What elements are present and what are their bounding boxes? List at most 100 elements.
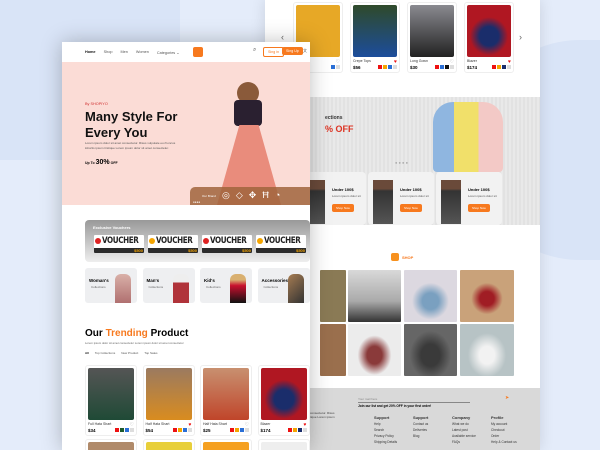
color-swatch[interactable] bbox=[245, 428, 249, 432]
brand-logos[interactable]: ◎◇✥Ħ◔ bbox=[222, 190, 286, 201]
color-swatch[interactable] bbox=[120, 428, 124, 432]
shop-image[interactable] bbox=[404, 270, 457, 322]
color-swatch[interactable] bbox=[383, 65, 387, 69]
product-price: $174 bbox=[467, 65, 478, 70]
product-card[interactable]: Half Hata Shart ♥ $54 bbox=[142, 365, 195, 436]
color-swatch[interactable] bbox=[235, 428, 239, 432]
color-swatch[interactable] bbox=[240, 428, 244, 432]
color-swatch[interactable] bbox=[492, 65, 496, 69]
chevron-down-icon: ⌄ bbox=[176, 50, 180, 55]
color-swatch[interactable] bbox=[435, 65, 439, 69]
footer-column: Support Contact us Deliveries Blog bbox=[413, 415, 428, 439]
product-card[interactable]: Full Hata Shart ♡ $34 bbox=[85, 365, 137, 436]
voucher-amount: $500 bbox=[134, 248, 143, 253]
color-swatch[interactable] bbox=[115, 428, 119, 432]
color-swatch[interactable] bbox=[297, 428, 302, 432]
banner-offer: % OFF bbox=[325, 124, 354, 134]
color-swatch[interactable] bbox=[287, 428, 292, 432]
trending-tab[interactable]: All bbox=[85, 351, 89, 355]
nav-men[interactable]: Men bbox=[120, 50, 127, 54]
category-card[interactable]: Man's Collections bbox=[142, 268, 195, 303]
prev-arrow-icon[interactable]: ‹ bbox=[281, 32, 284, 42]
sign-up-button[interactable]: Sing Up bbox=[282, 47, 303, 55]
shop-image[interactable] bbox=[320, 324, 346, 376]
color-swatch[interactable] bbox=[302, 428, 307, 432]
color-swatch[interactable] bbox=[378, 65, 382, 69]
color-swatch[interactable] bbox=[292, 428, 297, 432]
promo-title: Under 100$ bbox=[332, 187, 354, 192]
banner-subtitle: ections bbox=[325, 115, 343, 121]
color-swatch[interactable] bbox=[440, 65, 444, 69]
shop-now-button[interactable]: Shop Now bbox=[400, 204, 422, 212]
color-swatch[interactable] bbox=[331, 65, 335, 69]
nav-categories[interactable]: Categories ⌄ bbox=[157, 50, 180, 55]
color-swatch[interactable] bbox=[393, 65, 397, 69]
color-swatch[interactable] bbox=[172, 428, 177, 432]
shop-now-button[interactable]: Shop Now bbox=[332, 204, 354, 212]
search-icon[interactable]: ⌕ bbox=[253, 47, 256, 54]
voucher-card[interactable]: VOUCHER $500 bbox=[148, 235, 198, 253]
shop-image[interactable] bbox=[460, 270, 514, 322]
shop-image[interactable] bbox=[404, 324, 457, 376]
product-card[interactable] bbox=[142, 439, 195, 450]
title-part: Product bbox=[150, 328, 189, 339]
shop-image[interactable] bbox=[320, 270, 346, 322]
product-card[interactable] bbox=[257, 439, 310, 450]
language-icon[interactable]: 文 bbox=[303, 48, 307, 54]
product-price: $54 bbox=[145, 428, 154, 433]
product-card[interactable]: Crepe Tops ♥ $56 bbox=[350, 2, 400, 73]
sign-in-button[interactable]: Sing in bbox=[263, 47, 284, 57]
product-card[interactable]: Blazer ♥ $174 bbox=[257, 365, 310, 436]
nav-women[interactable]: Women bbox=[136, 50, 149, 54]
product-image bbox=[467, 5, 511, 57]
send-icon[interactable]: ➤ bbox=[505, 395, 509, 401]
next-arrow-icon[interactable]: › bbox=[519, 32, 522, 42]
voucher-amount: $500 bbox=[242, 248, 251, 253]
product-card[interactable]: Long Gown ♡ $30 bbox=[407, 2, 457, 73]
shop-image[interactable] bbox=[348, 324, 401, 376]
carousel-dots[interactable]: ● ● ● ● bbox=[395, 160, 408, 165]
color-swatch[interactable] bbox=[130, 428, 134, 432]
color-swatch[interactable] bbox=[450, 65, 454, 69]
footer-link[interactable]: Blog bbox=[413, 433, 428, 439]
color-swatch[interactable] bbox=[502, 65, 506, 69]
product-card[interactable] bbox=[200, 439, 252, 450]
footer-link[interactable]: Help & Contact us bbox=[491, 439, 517, 445]
nav-home[interactable]: Home bbox=[85, 50, 96, 54]
footer-link[interactable]: FAQs bbox=[452, 439, 476, 445]
shop-image[interactable] bbox=[460, 324, 514, 376]
color-swatch[interactable] bbox=[497, 65, 501, 69]
product-card[interactable] bbox=[85, 439, 137, 450]
category-card[interactable]: Accessories' Collections bbox=[257, 268, 310, 303]
voucher-card[interactable]: VOUCHER $500 bbox=[94, 235, 144, 253]
product-card[interactable]: Half Hata Shart ♡ $25 bbox=[200, 365, 252, 436]
color-swatch[interactable] bbox=[507, 65, 511, 69]
carousel-dots[interactable]: ●●●● bbox=[193, 200, 200, 204]
color-swatch[interactable] bbox=[388, 65, 392, 69]
voucher-card[interactable]: VOUCHER $500 bbox=[256, 235, 306, 253]
promo-image bbox=[441, 180, 461, 224]
product-image bbox=[145, 368, 192, 420]
footer-column-title: Support bbox=[413, 415, 429, 420]
shop-now-button[interactable]: Shop Now bbox=[468, 204, 490, 212]
footer-link[interactable]: Shipping Details bbox=[374, 439, 397, 445]
trending-tab[interactable]: Top Sales bbox=[144, 351, 157, 355]
color-swatch[interactable] bbox=[125, 428, 129, 432]
category-sub: Collections bbox=[263, 285, 279, 289]
color-swatch[interactable] bbox=[336, 65, 340, 69]
product-card[interactable]: Blazer ♥ $174 bbox=[464, 2, 514, 73]
color-swatch[interactable] bbox=[187, 428, 192, 432]
color-swatch[interactable] bbox=[445, 65, 449, 69]
color-swatch[interactable] bbox=[177, 428, 182, 432]
category-card[interactable]: Woman's Collections bbox=[85, 268, 137, 303]
color-swatch[interactable] bbox=[182, 428, 187, 432]
email-input[interactable]: Your mail here bbox=[358, 397, 470, 403]
category-card[interactable]: Kid's Collections bbox=[200, 268, 252, 303]
logo[interactable] bbox=[193, 47, 203, 57]
trending-tab[interactable]: New Product bbox=[121, 351, 138, 355]
trending-tab[interactable]: Top Collections bbox=[95, 351, 115, 355]
color-swatch[interactable] bbox=[230, 428, 234, 432]
nav-shop[interactable]: Shop bbox=[104, 50, 113, 54]
voucher-card[interactable]: VOUCHER $500 bbox=[202, 235, 252, 253]
shop-image[interactable] bbox=[348, 270, 401, 322]
